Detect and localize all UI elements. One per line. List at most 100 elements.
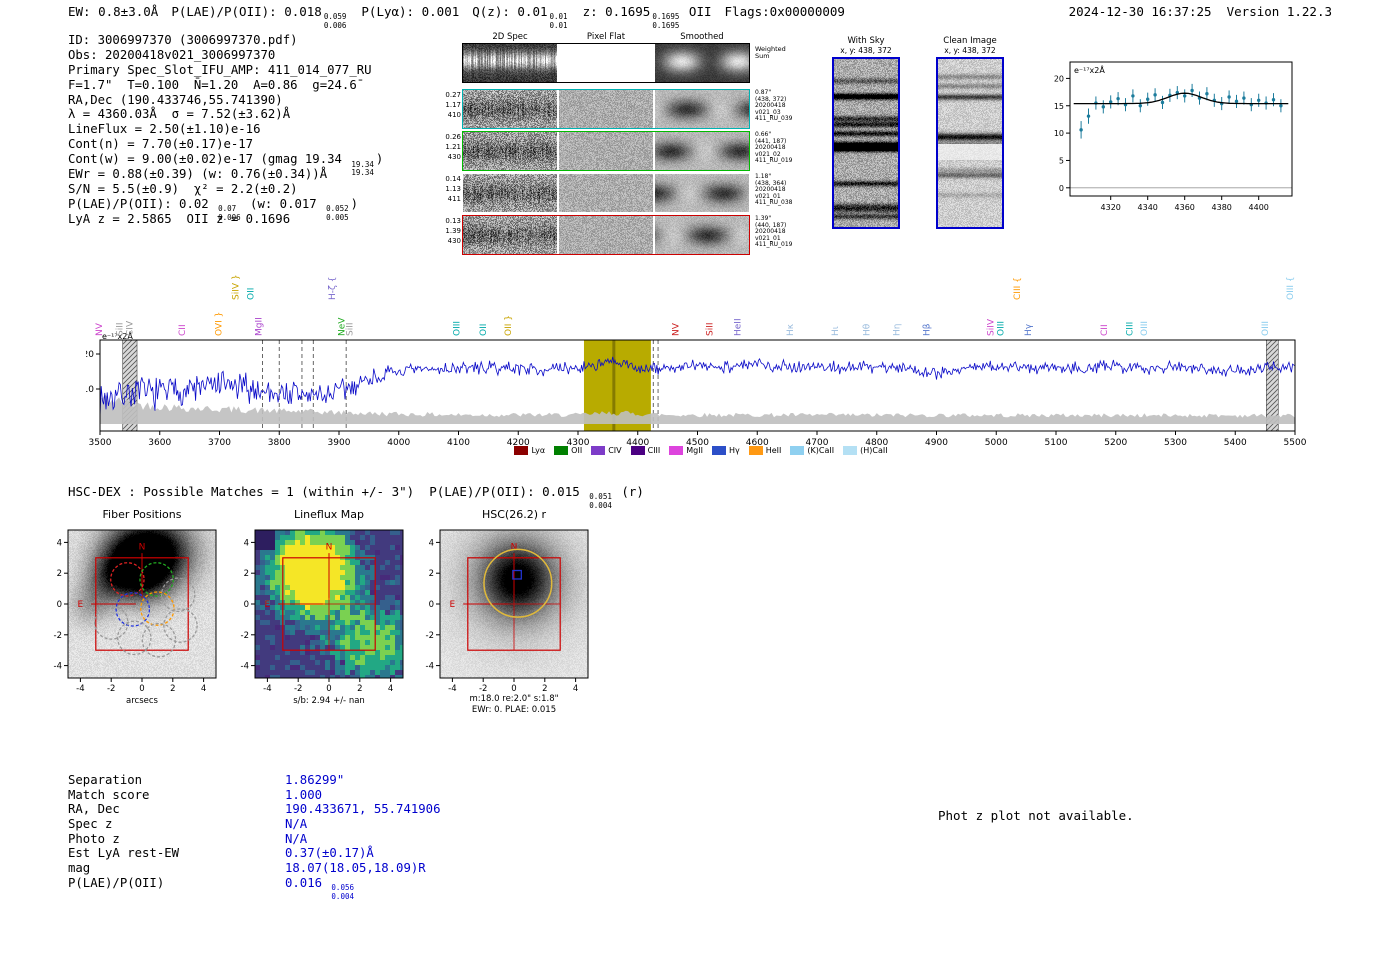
svg-text:SiIV: SiIV — [986, 318, 996, 336]
fiber-row-4-stats: 0.13 1.39 430 — [445, 217, 461, 245]
svg-text:MgII: MgII — [254, 317, 264, 336]
svg-text:N: N — [326, 542, 333, 552]
fiber-row-2-strips — [462, 131, 750, 171]
legend-label: CIV — [608, 446, 622, 455]
table-row: P(LAE)/P(OII) 0.016 0.056 0.004 — [68, 875, 354, 901]
fiber1-pixelflat-image — [559, 90, 653, 128]
line-fit-plot: 4320 4340 4360 4380 4400 0 5 10 15 20 e⁻¹⁷x2Å — [1054, 61, 1293, 212]
fiber-row-1-label: 0.87" (438, 372) 20200418 v021_03 411_RU_039 — [755, 89, 793, 123]
svg-text:4400: 4400 — [1249, 203, 1269, 212]
header-qz: Q(z): 0.01 — [472, 4, 548, 19]
table-row: RA, Dec 190.433671, 55.741906 — [68, 802, 441, 817]
legend-label: Hγ — [728, 446, 740, 455]
svg-text:-4: -4 — [448, 684, 456, 694]
legend-item: CIV — [591, 446, 622, 455]
svg-text:-4: -4 — [54, 662, 62, 672]
legend-swatch — [843, 446, 858, 455]
svg-text:SiIV }: SiIV } — [232, 274, 242, 300]
header-z-line: OII — [681, 4, 712, 19]
svg-text:H-ζ {: H-ζ { — [328, 277, 338, 301]
match-table: Separation 1.86299" Match score 1.000 RA, … — [68, 773, 441, 901]
table-row: Spec z N/A — [68, 817, 308, 832]
legend-item: MgII — [669, 446, 703, 455]
spec2d-weighted-row — [462, 43, 750, 83]
svg-text:SiII: SiII — [346, 322, 356, 336]
info-line-lineflux: LineFlux = 2.50(±1.10)e-16 — [68, 122, 261, 137]
info-line-radec: RA,Dec (190.433746,55.741390) — [68, 92, 283, 107]
legend-swatch — [554, 446, 569, 455]
svg-text:4380: 4380 — [1212, 203, 1232, 212]
svg-text:2: 2 — [357, 684, 362, 694]
legend-label: MgII — [686, 446, 703, 455]
legend-label: OII — [571, 446, 583, 455]
svg-text:-2: -2 — [241, 631, 249, 641]
table-row: Separation 1.86299" — [68, 773, 345, 787]
legend-swatch — [790, 446, 805, 455]
legend-label: (H)CaII — [860, 446, 888, 455]
header-plya: P(Lyα): 0.001 — [361, 4, 460, 19]
fiber-row-4-label: 1.39" (440, 187) 20200418 v021_01 411_RU_019 — [755, 215, 793, 249]
svg-text:OIII: OIII — [1261, 321, 1271, 336]
fiber-positions-cutout: Fiber Positions -4 -4 -2 -2 0 0 2 2 4 4 N E arcsecs — [38, 508, 238, 720]
header-ew: EW: 0.8±3.0Å — [68, 4, 159, 19]
svg-text:-2: -2 — [107, 684, 115, 694]
fiber3-pixelflat-image — [559, 174, 653, 212]
svg-text:OII: OII — [247, 288, 257, 300]
weighted-blank — [559, 44, 653, 82]
table-row: Photo z N/A — [68, 831, 308, 846]
svg-text:OVI }: OVI } — [214, 312, 224, 336]
table-row: Est LyA rest-EW 0.37(±0.17)Å — [68, 846, 374, 861]
svg-text:CIII {: CIII { — [1013, 277, 1023, 300]
svg-text:2: 2 — [542, 684, 547, 694]
hsc-cutout: HSC(26.2) r -4 -4 -2 -2 0 0 2 2 4 4 N E m:18.0 re:2… — [410, 508, 610, 720]
clean-image-coords: x, y: 438, 372 — [944, 46, 996, 55]
fiber3-2dspec-image — [463, 174, 557, 212]
fiber2-pixelflat-image — [559, 132, 653, 170]
svg-text:Hβ: Hβ — [922, 323, 932, 336]
info-line-ewr: EWr = 0.88(±0.39) (w: 0.76(±0.34))Å — [68, 167, 328, 182]
info-line-wavelength: λ = 4360.03Å σ = 7.52(±3.62)Å — [68, 107, 291, 122]
elixer-report-page: { "header": { "ew": "EW: 0.8±3.0Å", "pla… — [0, 0, 1400, 953]
legend-swatch — [514, 446, 529, 455]
svg-text:4: 4 — [57, 538, 62, 548]
svg-text:2: 2 — [244, 569, 249, 579]
legend-item: OII — [554, 446, 582, 455]
svg-text:0: 0 — [244, 600, 249, 610]
svg-text:0: 0 — [511, 684, 516, 694]
legend-label: Lyα — [531, 446, 546, 455]
svg-text:0: 0 — [57, 600, 62, 610]
detection-info-block: ID: 3006997370 (3006997370.pdf) Obs: 202… — [68, 33, 383, 227]
fiber3-smoothed-image — [655, 174, 749, 212]
svg-text:4: 4 — [429, 538, 434, 548]
header-z-fraction: 0.1695 0.1695 — [652, 12, 680, 30]
lineflux-map-caption: s/b: 2.94 +/- nan — [293, 696, 365, 706]
svg-text:OIII: OIII — [1140, 321, 1150, 336]
svg-text:OII: OII — [479, 324, 489, 336]
spec2d-panel: 2D Spec Pixel Flat Smoothed Weighted Sum … — [441, 30, 821, 258]
svg-text:Hι: Hι — [831, 326, 841, 336]
header-z: z: 0.1695 — [582, 4, 651, 19]
legend-item: (K)CaII — [790, 446, 834, 455]
fiber-row-2-label: 0.66" (441, 187) 20200418 v021_02 411_RU_019 — [755, 131, 793, 165]
svg-text:0: 0 — [139, 684, 144, 694]
svg-text:0: 0 — [429, 600, 434, 610]
svg-text:HeII: HeII — [734, 318, 744, 336]
svg-text:Hκ: Hκ — [786, 323, 796, 336]
legend-swatch — [591, 446, 606, 455]
svg-text:OIII {: OIII { — [1286, 276, 1296, 300]
photz-notice: Phot z plot not available. — [938, 808, 1134, 823]
clean-image-image — [936, 57, 1004, 229]
svg-text:Hη: Hη — [893, 324, 903, 336]
svg-text:0: 0 — [1059, 184, 1064, 193]
svg-text:4320: 4320 — [1101, 203, 1121, 212]
fiber2-2dspec-image — [463, 132, 557, 170]
svg-text:N: N — [139, 542, 146, 552]
svg-text:-2: -2 — [294, 684, 302, 694]
legend-item: Lyα — [514, 446, 545, 455]
weighted-2dspec-image — [463, 44, 557, 82]
svg-text:-4: -4 — [241, 662, 249, 672]
svg-text:20: 20 — [86, 350, 94, 360]
svg-text:4: 4 — [573, 684, 578, 694]
svg-text:E: E — [265, 600, 271, 610]
fiber-row-3-label: 1.18" (438, 364) 20200418 v021_01 411_RU_038 — [755, 173, 793, 207]
